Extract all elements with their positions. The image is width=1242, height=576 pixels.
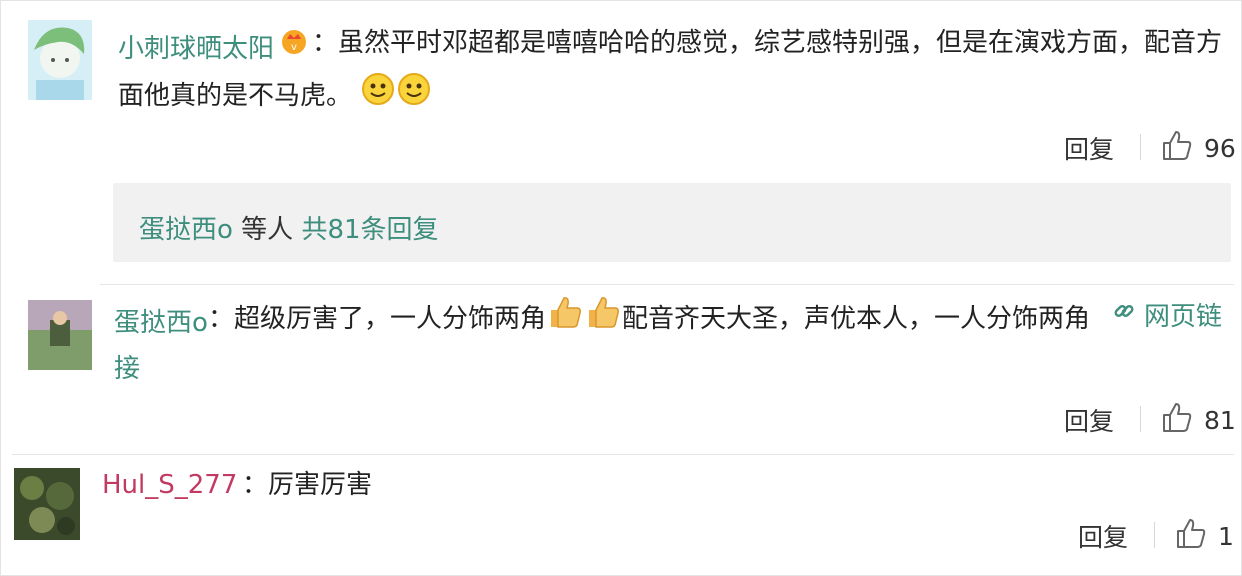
comment-text-line: ：虽然平时邓超都是嘻嘻哈哈的感觉，综艺感特别强，但是在演戏方面，配音方 [312, 28, 1223, 58]
action-separator [1140, 406, 1141, 432]
smile-emoji-icon [361, 72, 395, 121]
view-all-replies-link[interactable]: 共81条回复 [301, 215, 438, 245]
like-count: 81 [1204, 405, 1236, 435]
reply-button[interactable]: 回复 [1078, 518, 1128, 554]
comment-text: 配音齐天大圣，声优本人，一人分饰两角 [622, 304, 1091, 334]
comment-text: ：厉害厉害 [242, 470, 373, 500]
like-button[interactable]: 81 [1160, 400, 1236, 440]
thumbs-up-outline-icon [1160, 128, 1194, 168]
comment-username[interactable]: 小刺球晒太阳 [118, 28, 274, 65]
avatar[interactable] [28, 300, 92, 370]
web-link-continued[interactable]: 接 [114, 346, 140, 392]
comment-text-line: ：超级厉害了，一人分饰两角 配音齐天大圣，声优本人，一人分饰两角 [208, 294, 1090, 345]
reply-summary-line: 蛋挞西o 等人 共81条回复 [139, 209, 439, 246]
thumbs-up-outline-icon [1174, 516, 1208, 556]
vip-badge-icon: v [279, 26, 309, 60]
comment-text-line: 面他真的是不马虎。 [118, 72, 432, 121]
avatar[interactable] [28, 20, 92, 100]
smile-emoji-icon [397, 72, 431, 121]
reply-summary-middle: 等人 [232, 215, 302, 245]
action-separator [1154, 522, 1155, 548]
svg-text:v: v [291, 42, 297, 53]
thumbs-up-emoji-icon [585, 294, 621, 345]
reply-button[interactable]: 回复 [1064, 402, 1114, 438]
comment-divider [100, 284, 1234, 285]
like-count: 1 [1218, 521, 1234, 551]
like-count: 96 [1204, 133, 1236, 163]
link-icon [1112, 299, 1136, 330]
like-button[interactable]: 1 [1174, 516, 1234, 556]
comment-username[interactable]: Hul_S_277 [102, 470, 237, 500]
comment-text: ：超级厉害了，一人分饰两角 [208, 304, 547, 334]
thumbs-up-emoji-icon [547, 294, 583, 345]
thumbs-up-outline-icon [1160, 400, 1194, 440]
web-link-label[interactable]: 网页链 [1144, 296, 1222, 333]
like-button[interactable]: 96 [1160, 128, 1236, 168]
comment-username[interactable]: 蛋挞西o [114, 302, 208, 339]
reply-summary-user[interactable]: 蛋挞西o [139, 215, 233, 245]
action-separator [1140, 134, 1141, 160]
reply-summary-box[interactable]: 蛋挞西o 等人 共81条回复 [113, 183, 1231, 262]
comment-text: 面他真的是不马虎。 [118, 81, 353, 111]
web-link[interactable]: 网页链 [1112, 296, 1222, 333]
comment-divider [12, 454, 1234, 455]
avatar[interactable] [14, 468, 80, 540]
reply-button[interactable]: 回复 [1064, 130, 1114, 166]
